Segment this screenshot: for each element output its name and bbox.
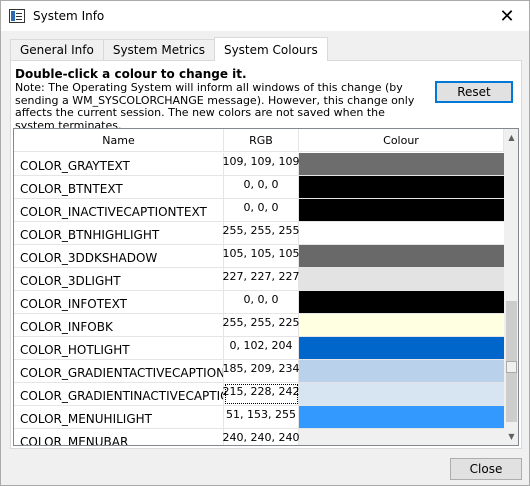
scroll-down-arrow-icon[interactable]: ▼ [504,428,518,445]
panel-note: Note: The Operating System will inform a… [15,81,415,132]
table-row[interactable]: COLOR_INACTIVECAPTIONTEXT 0, 0, 0 [14,199,504,222]
column-header-name[interactable]: Name [14,129,224,152]
table-row[interactable]: COLOR_GRADIENTINACTIVECAPTION 215, 228, 2… [14,383,504,406]
table-row[interactable]: COLOR_MENUBAR 240, 240, 240 [14,429,504,445]
rgb-value-cell: 215, 228, 242 [223,383,300,405]
colour-name-cell: COLOR_MENUBAR [14,429,224,445]
table-row[interactable]: COLOR_BTNTEXT 0, 0, 0 [14,176,504,199]
tab-general-info[interactable]: General Info [10,39,104,61]
reset-button[interactable]: Reset [435,81,513,103]
panel-headline: Double-click a colour to change it. [15,67,247,81]
colour-swatch[interactable] [299,222,504,244]
table-row[interactable]: COLOR_HOTLIGHT 0, 102, 204 [14,337,504,360]
table-row[interactable]: COLOR_INFOBK 255, 255, 225 [14,314,504,337]
colour-swatch[interactable] [299,406,504,428]
colour-name-cell: COLOR_3DDKSHADOW [14,245,224,267]
table-row[interactable]: COLOR_GRAYTEXT 109, 109, 109 [14,153,504,176]
close-button[interactable]: Close [450,458,522,480]
rgb-value-cell: 227, 227, 227 [223,268,300,290]
rgb-value-cell: 105, 105, 105 [223,245,300,267]
scrollbar-grip-icon [506,361,517,373]
rgb-value-cell: 255, 255, 255 [223,222,300,244]
colour-swatch[interactable] [299,291,504,313]
colour-name-cell: COLOR_BTNTEXT [14,176,224,198]
scroll-up-arrow-icon[interactable]: ▲ [504,129,518,146]
colour-name-cell: COLOR_INFOBK [14,314,224,336]
colour-name-cell: COLOR_MENUHILIGHT [14,406,224,428]
system-colours-panel: Double-click a colour to change it. Note… [10,60,522,449]
colours-grid[interactable]: Name RGB Colour COLOR_GRAYTEXT 109, 109, … [13,128,519,446]
colour-name-cell: COLOR_INFOTEXT [14,291,224,313]
rgb-value-cell: 0, 102, 204 [224,337,299,359]
rgb-value-cell: 0, 0, 0 [224,291,299,313]
rgb-value-cell: 109, 109, 109 [223,153,300,175]
rgb-value-cell: 240, 240, 240 [223,429,300,445]
rgb-value-cell: 0, 0, 0 [224,199,299,221]
table-row[interactable]: COLOR_MENUHILIGHT 51, 153, 255 [14,406,504,429]
colour-swatch[interactable] [299,314,504,336]
colour-name-cell: COLOR_GRADIENTINACTIVECAPTION [14,383,224,405]
colour-swatch[interactable] [299,360,504,382]
table-row[interactable]: COLOR_GRADIENTACTIVECAPTION 185, 209, 234 [14,360,504,383]
rgb-value-cell: 185, 209, 234 [223,360,300,382]
colour-swatch[interactable] [299,383,504,405]
tab-strip: General Info System Metrics System Colou… [10,37,328,61]
tab-system-metrics[interactable]: System Metrics [102,39,215,61]
colour-name-cell: COLOR_GRADIENTACTIVECAPTION [14,360,224,382]
grid-rows: COLOR_GRAYTEXT 109, 109, 109 COLOR_BTNTEXT… [14,153,504,445]
rgb-value-cell: 255, 255, 225 [223,314,300,336]
table-row[interactable]: COLOR_BTNHIGHLIGHT 255, 255, 255 [14,222,504,245]
colour-swatch[interactable] [299,429,504,445]
colour-name-cell: COLOR_GRAYTEXT [14,153,224,175]
tab-system-colours[interactable]: System Colours [213,37,328,61]
table-row[interactable]: COLOR_INFOTEXT 0, 0, 0 [14,291,504,314]
rgb-value-cell: 51, 153, 255 [224,406,299,428]
close-window-button[interactable]: ✕ [485,1,529,31]
colour-name-cell: COLOR_BTNHIGHLIGHT [14,222,224,244]
colour-swatch[interactable] [299,245,504,267]
colour-name-cell: COLOR_3DLIGHT [14,268,224,290]
column-header-rgb[interactable]: RGB [224,129,299,152]
window-title: System Info [33,9,105,23]
grid-header: Name RGB Colour [14,129,504,152]
colour-swatch[interactable] [299,176,504,198]
vertical-scrollbar[interactable]: ▲ ▼ [504,129,518,445]
table-row[interactable]: COLOR_3DDKSHADOW 105, 105, 105 [14,245,504,268]
table-row[interactable]: COLOR_3DLIGHT 227, 227, 227 [14,268,504,291]
colour-name-cell: COLOR_INACTIVECAPTIONTEXT [14,199,224,221]
app-icon [9,9,25,23]
colour-swatch[interactable] [299,199,504,221]
colour-swatch[interactable] [299,153,504,175]
rgb-value-cell: 0, 0, 0 [224,176,299,198]
colour-swatch[interactable] [299,268,504,290]
title-bar: System Info ✕ [1,1,529,31]
colour-name-cell: COLOR_HOTLIGHT [14,337,224,359]
colour-swatch[interactable] [299,337,504,359]
column-header-colour[interactable]: Colour [299,129,504,152]
system-info-window: System Info ✕ General Info System Metric… [0,0,530,486]
